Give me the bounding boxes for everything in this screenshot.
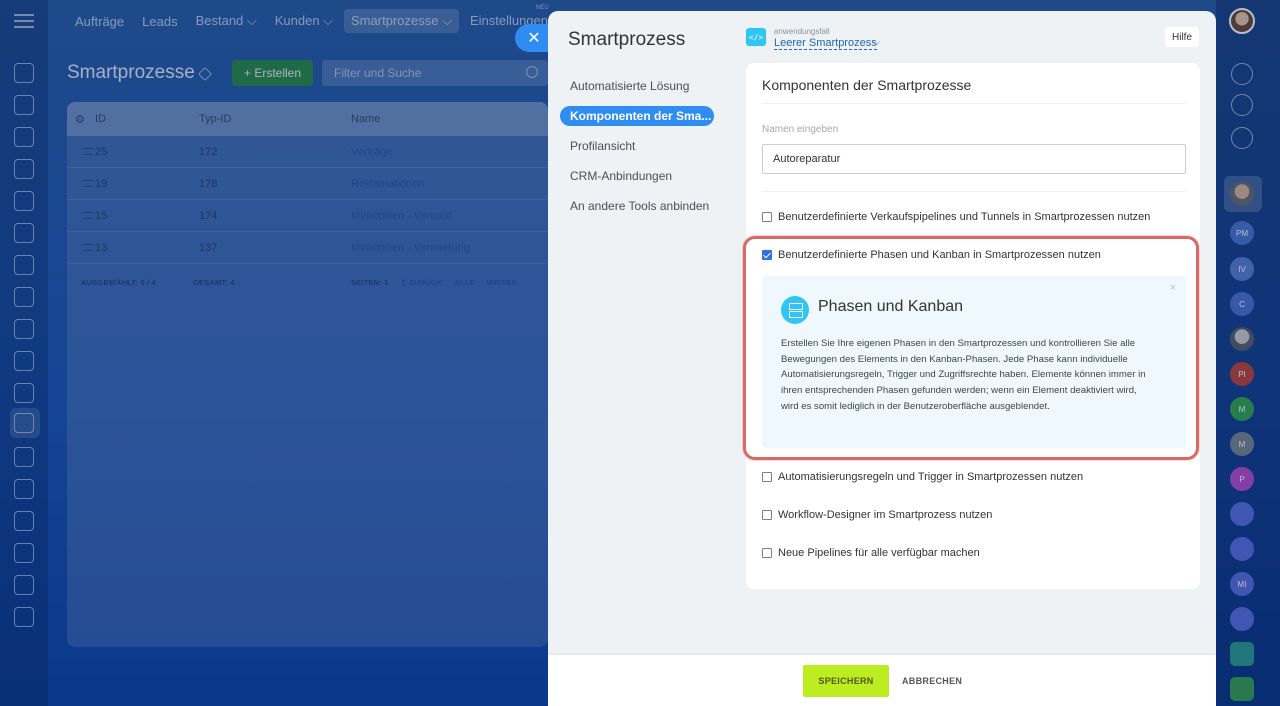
save-button[interactable]: SPEICHERN <box>803 665 889 697</box>
code-icon: </> <box>746 28 766 46</box>
menu-item-profile-view[interactable]: Profilansicht <box>560 131 730 161</box>
card-title: Komponenten der Smartprozesse <box>762 77 972 93</box>
help-button[interactable]: Hilfe <box>1165 27 1200 47</box>
highlight-annotation <box>743 236 1199 460</box>
name-input[interactable]: Autoreparatur <box>762 144 1186 174</box>
checkbox-pipelines[interactable] <box>762 212 772 222</box>
option-new-pipelines[interactable]: Neue Pipelines für alle verfügbar machen <box>762 547 980 559</box>
panel-footer: SPEICHERN ABBRECHEN <box>548 655 1216 706</box>
settings-side-menu: Automatisierte Lösung Komponenten der Sm… <box>560 71 730 221</box>
option-label: Benutzerdefinierte Verkaufspipelines und… <box>778 211 1151 223</box>
close-panel-button[interactable]: ✕ <box>515 24 549 52</box>
divider <box>762 191 1186 192</box>
menu-item-components[interactable]: Komponenten der Sma... <box>560 106 714 126</box>
option-automation-rules[interactable]: Automatisierungsregeln und Trigger in Sm… <box>762 471 1083 483</box>
chevron-down-icon[interactable]: ⌵ <box>873 37 880 48</box>
option-label: Automatisierungsregeln und Trigger in Sm… <box>778 471 1084 483</box>
name-label: Namen eingeben <box>762 124 839 135</box>
close-icon: ✕ <box>527 30 541 47</box>
cancel-button[interactable]: ABBRECHEN <box>898 665 966 697</box>
menu-item-tool-bindings[interactable]: An andere Tools anbinden <box>560 191 730 221</box>
divider <box>762 103 1186 104</box>
option-workflow-designer[interactable]: Workflow-Designer im Smartprozess nutzen <box>762 509 992 521</box>
menu-item-crm-bindings[interactable]: CRM-Anbindungen <box>560 161 730 191</box>
menu-item-automated-solution[interactable]: Automatisierte Lösung <box>560 71 730 101</box>
checkbox-new-pipelines[interactable] <box>762 548 772 558</box>
checkbox-workflow-designer[interactable] <box>762 510 772 520</box>
usecase-label: anwendungsfall <box>774 27 830 36</box>
checkbox-automation-rules[interactable] <box>762 472 772 482</box>
option-label: Workflow-Designer im Smartprozess nutzen <box>778 509 993 521</box>
panel-title: Smartprozess <box>568 29 686 50</box>
usecase-selector[interactable]: Leerer Smartprozess <box>774 37 877 50</box>
option-custom-pipelines[interactable]: Benutzerdefinierte Verkaufspipelines und… <box>762 211 1150 223</box>
option-label: Neue Pipelines für alle verfügbar machen <box>778 547 980 559</box>
